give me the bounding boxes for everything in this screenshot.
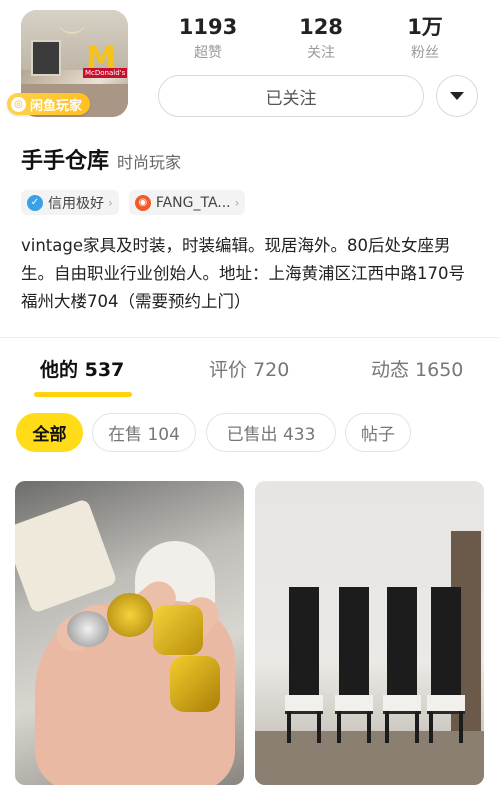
- profile-level-tag: 时尚玩家: [117, 153, 182, 172]
- stat-label: 超赞: [194, 45, 222, 61]
- filter-posts[interactable]: 帖子: [345, 413, 411, 452]
- stat-likes[interactable]: 1193 超赞: [173, 14, 243, 62]
- chip-label: 信用极好: [48, 195, 104, 212]
- product-card-rings[interactable]: [15, 481, 244, 785]
- active-tab-indicator: [34, 392, 132, 397]
- stat-value: 1万: [407, 15, 443, 39]
- picture-frame-shape: [31, 40, 61, 76]
- stat-label: 关注: [307, 45, 335, 61]
- chair-shape: [427, 587, 465, 743]
- player-badge: ◎ 闲鱼玩家: [7, 93, 91, 115]
- stat-followers[interactable]: 1万 粉丝: [390, 14, 460, 62]
- stat-label: 粉丝: [411, 45, 439, 61]
- name-row: 手手仓库 时尚玩家: [21, 143, 181, 175]
- weibo-chip[interactable]: ◉ FANG_TA... ›: [128, 190, 246, 215]
- profile-chips: ✓ 信用极好 › ◉ FANG_TA... ›: [21, 190, 246, 215]
- badge-label: 闲鱼玩家: [30, 98, 83, 114]
- stat-following[interactable]: 128 关注: [286, 14, 356, 62]
- chevron-right-icon: ›: [108, 195, 113, 210]
- tab-activity[interactable]: 动态 1650: [371, 355, 463, 382]
- mcdonalds-sign: McDonald's: [83, 68, 128, 78]
- stat-value: 1193: [178, 15, 238, 39]
- filter-sold[interactable]: 已售出 433: [206, 413, 336, 452]
- credit-icon: ✓: [27, 194, 43, 211]
- chair-shape: [383, 587, 421, 743]
- gold-logo-ring: [170, 656, 220, 712]
- caret-down-icon: [450, 92, 464, 100]
- tab-items[interactable]: 他的 537: [40, 355, 124, 382]
- followed-button[interactable]: 已关注: [158, 75, 424, 117]
- profile-bio: vintage家具及时装，时装编辑。现居海外。80后处女座男生。自由职业行业创始…: [21, 236, 465, 311]
- gold-spiral-ring: [107, 593, 153, 637]
- product-image-box: [15, 498, 118, 614]
- filter-on-sale[interactable]: 在售 104: [92, 413, 196, 452]
- product-card-chairs[interactable]: [255, 481, 484, 785]
- chip-label: FANG_TA...: [155, 194, 231, 211]
- silver-ring: [67, 611, 109, 647]
- xianyu-icon: ◎: [11, 96, 26, 112]
- credit-chip[interactable]: ✓ 信用极好 ›: [21, 190, 119, 215]
- weibo-icon: ◉: [134, 194, 151, 211]
- chevron-right-icon: ›: [234, 195, 240, 210]
- tab-reviews[interactable]: 评价 720: [209, 355, 289, 382]
- filter-all[interactable]: 全部: [16, 413, 83, 452]
- stat-value: 128: [299, 15, 343, 39]
- gold-ring: [153, 605, 203, 655]
- chair-shape: [285, 587, 323, 743]
- chair-shape: [335, 587, 373, 743]
- more-dropdown-button[interactable]: [436, 75, 478, 117]
- profile-name: 手手仓库: [21, 149, 110, 174]
- divider: [0, 337, 499, 338]
